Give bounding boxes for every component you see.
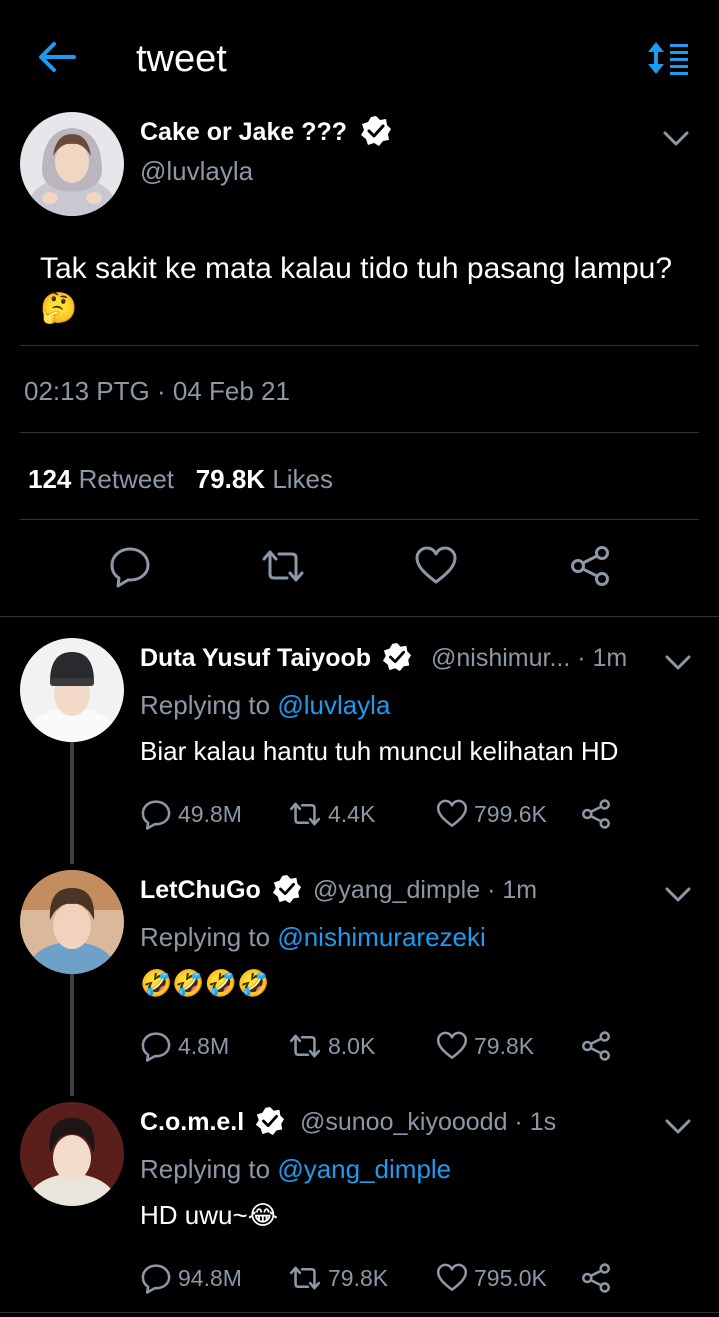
- share-action[interactable]: [580, 1262, 618, 1294]
- laughing-emoji: 😂: [247, 1200, 279, 1230]
- reply-icon: [141, 800, 171, 830]
- reply-text: 🤣🤣🤣🤣: [140, 968, 270, 998]
- mention-link[interactable]: @yang_dimple: [277, 1154, 451, 1184]
- replying-to: Replying to @luvlayla: [140, 690, 391, 720]
- like-action[interactable]: 79.8K: [436, 1030, 534, 1062]
- retweet-action[interactable]: 8.0K: [288, 1030, 375, 1062]
- verified-icon: [360, 116, 391, 147]
- reply-action[interactable]: 94.8M: [140, 1262, 242, 1294]
- reply-icon[interactable]: [108, 544, 152, 588]
- avatar[interactable]: [20, 870, 124, 974]
- reply-actions: 49.8M 4.4K 799.6K: [140, 798, 700, 838]
- divider: [20, 345, 699, 346]
- handle-time: @yang_dimple · 1m: [313, 876, 538, 904]
- verified-icon: [272, 875, 301, 904]
- avatar[interactable]: [20, 638, 124, 742]
- thinking-emoji: 🤔: [40, 292, 78, 325]
- share-action[interactable]: [580, 798, 618, 830]
- heart-icon[interactable]: [414, 544, 458, 588]
- retweet-count[interactable]: 124 Retweet: [28, 464, 174, 494]
- mention-link[interactable]: @nishimurarezeki: [277, 922, 485, 952]
- display-name[interactable]: Duta Yusuf Taiyoob: [140, 643, 412, 673]
- page-title: tweet: [136, 38, 227, 80]
- reply-actions: 4.8M 8.0K 79.8K: [140, 1030, 700, 1070]
- handle-time: @sunoo_kiyooodd · 1s: [300, 1108, 557, 1136]
- share-icon: [582, 1263, 610, 1293]
- section-divider: [0, 1312, 719, 1313]
- reply-actions: 94.8M 79.8K 795.0K: [140, 1262, 700, 1302]
- retweet-action[interactable]: 79.8K: [288, 1262, 388, 1294]
- reply-icon: [141, 1032, 171, 1062]
- mention-link[interactable]: @luvlayla: [277, 690, 390, 720]
- tweet-stats: 124 Retweet 79.8K Likes: [28, 464, 333, 495]
- chevron-down-icon[interactable]: [664, 886, 692, 904]
- reply-tweet[interactable]: LetChuGo @yang_dimple · 1m Replying to @…: [0, 850, 719, 1082]
- like-action[interactable]: 799.6K: [436, 798, 547, 830]
- share-icon: [582, 799, 610, 829]
- heart-icon: [436, 1263, 468, 1291]
- display-name[interactable]: C.o.m.e.l: [140, 1107, 285, 1137]
- retweet-icon[interactable]: [261, 544, 305, 588]
- reply-action[interactable]: 49.8M: [140, 798, 242, 830]
- replying-to: Replying to @yang_dimple: [140, 1154, 452, 1184]
- like-action[interactable]: 795.0K: [436, 1262, 547, 1294]
- display-name[interactable]: LetChuGo: [140, 875, 302, 905]
- display-name[interactable]: Cake or Jake ???: [140, 116, 392, 147]
- reply-text: HD uwu~😂: [140, 1200, 279, 1230]
- like-count[interactable]: 79.8K Likes: [196, 464, 333, 494]
- divider: [20, 519, 699, 520]
- tweet-actions: [0, 544, 719, 594]
- reply-text: Biar kalau hantu tuh muncul kelihatan HD: [140, 736, 619, 766]
- reply-tweet[interactable]: Duta Yusuf Taiyoob @nishimur... · 1m Rep…: [0, 618, 719, 850]
- chevron-down-icon[interactable]: [664, 1118, 692, 1136]
- retweet-action[interactable]: 4.4K: [288, 798, 375, 830]
- share-icon[interactable]: [568, 544, 612, 588]
- sort-icon[interactable]: [646, 40, 690, 76]
- reply-action[interactable]: 4.8M: [140, 1030, 229, 1062]
- reply-tweet[interactable]: C.o.m.e.l @sunoo_kiyooodd · 1s Replying …: [0, 1082, 719, 1314]
- avatar[interactable]: [20, 112, 124, 216]
- heart-icon: [436, 799, 468, 827]
- share-icon: [582, 1031, 610, 1061]
- replying-to: Replying to @nishimurarezeki: [140, 922, 486, 952]
- handle-time: @nishimur... · 1m: [431, 644, 628, 672]
- tweet-text: Tak sakit ke mata kalau tido tuh pasang …: [40, 252, 673, 325]
- chevron-down-icon[interactable]: [664, 654, 692, 672]
- retweet-icon: [289, 1034, 321, 1058]
- back-arrow-icon[interactable]: [36, 38, 78, 76]
- reply-icon: [141, 1264, 171, 1294]
- share-action[interactable]: [580, 1030, 618, 1062]
- heart-icon: [436, 1031, 468, 1059]
- top-bar: tweet: [0, 0, 719, 112]
- retweet-icon: [289, 802, 321, 826]
- divider: [20, 432, 699, 433]
- verified-icon: [256, 1107, 285, 1136]
- chevron-down-icon[interactable]: [662, 130, 690, 148]
- user-handle[interactable]: @luvlayla: [140, 156, 253, 187]
- verified-icon: [382, 643, 412, 672]
- section-divider: [0, 616, 719, 617]
- avatar[interactable]: [20, 1102, 124, 1206]
- tweet-timestamp: 02:13 PTG · 04 Feb 21: [24, 376, 290, 406]
- retweet-icon: [289, 1266, 321, 1290]
